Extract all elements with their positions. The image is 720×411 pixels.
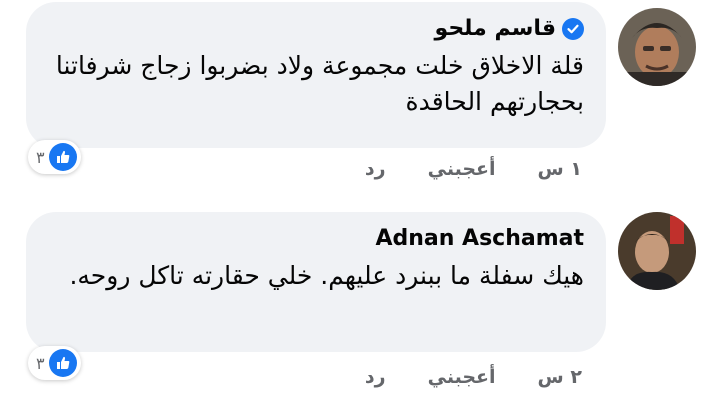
avatar-photo bbox=[618, 8, 696, 86]
reaction-count: ٣ bbox=[36, 147, 45, 167]
reactions-summary[interactable]: ٣ bbox=[28, 140, 81, 174]
avatar[interactable] bbox=[618, 8, 696, 86]
author-name[interactable]: قاسم ملحو bbox=[435, 16, 556, 41]
verified-badge-icon bbox=[562, 17, 584, 40]
like-button[interactable]: أعجبني bbox=[428, 158, 496, 180]
reply-button[interactable]: رد bbox=[365, 158, 386, 180]
like-thumb-icon bbox=[48, 349, 77, 377]
comment-text: هيك سفلة ما ببنرد عليهم. خلي حقارته تاكل… bbox=[69, 261, 584, 290]
reactions-summary[interactable]: ٣ bbox=[28, 346, 81, 380]
reply-button[interactable]: رد bbox=[365, 366, 386, 388]
like-thumb-icon bbox=[48, 143, 77, 171]
comment-actions: ١ س أعجبني رد bbox=[365, 158, 582, 180]
reaction-count: ٣ bbox=[36, 353, 45, 373]
comment-actions: ٢ س أعجبني رد bbox=[365, 366, 582, 388]
comment-bubble: قاسم ملحو قلة الاخلاق خلت مجموعة ولاد بض… bbox=[26, 2, 606, 148]
avatar-photo bbox=[618, 212, 696, 290]
like-button[interactable]: أعجبني bbox=[428, 366, 496, 388]
comment-time[interactable]: ١ س bbox=[538, 158, 582, 180]
comment-time[interactable]: ٢ س bbox=[538, 366, 582, 388]
comment-bubble: Adnan Aschamat هيك سفلة ما ببنرد عليهم. … bbox=[26, 212, 606, 352]
avatar[interactable] bbox=[618, 212, 696, 290]
comment-author[interactable]: قاسم ملحو bbox=[435, 16, 584, 41]
comment-author[interactable]: Adnan Aschamat bbox=[375, 226, 584, 251]
author-name[interactable]: Adnan Aschamat bbox=[375, 226, 584, 251]
comment-text: قلة الاخلاق خلت مجموعة ولاد بضربوا زجاج … bbox=[55, 51, 584, 116]
